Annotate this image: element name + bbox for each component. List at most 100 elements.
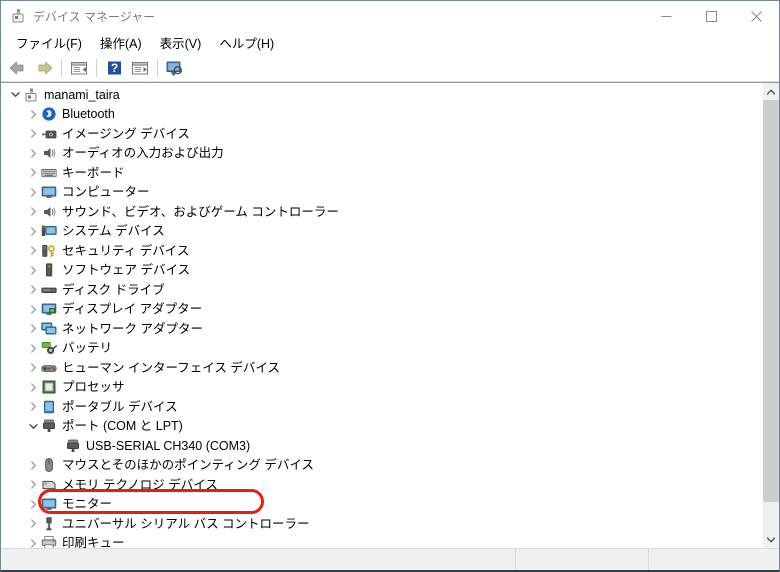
usb-controller-icon xyxy=(41,516,57,532)
tree-row-portable-devices[interactable]: ポータブル デバイス xyxy=(1,397,762,417)
chevron-right-icon[interactable] xyxy=(25,106,41,122)
properties-button[interactable] xyxy=(66,56,92,80)
keyboard-icon xyxy=(41,165,57,181)
chevron-right-icon[interactable] xyxy=(25,184,41,200)
chevron-right-icon[interactable] xyxy=(25,204,41,220)
tree-label-audio-io: オーディオの入力および出力 xyxy=(62,146,224,161)
tree-row-security-devices[interactable]: セキュリティ デバイス xyxy=(1,241,762,261)
tree-row-keyboard[interactable]: キーボード xyxy=(1,163,762,183)
tree-row-usb-controllers[interactable]: ユニバーサル シリアル バス コントローラー xyxy=(1,514,762,534)
window-title: デバイス マネージャー xyxy=(33,9,156,24)
tree-row-root[interactable]: manami_taira xyxy=(1,85,762,105)
chevron-right-icon[interactable] xyxy=(25,262,41,278)
monitor-icon xyxy=(41,496,57,512)
menu-view[interactable]: 表示(V) xyxy=(151,30,211,56)
tree-row-hid[interactable]: ヒューマン インターフェイス デバイス xyxy=(1,358,762,378)
tree-label-computer: コンピューター xyxy=(62,185,150,200)
tree-row-processors[interactable]: プロセッサ xyxy=(1,378,762,398)
maximize-button[interactable] xyxy=(689,1,734,31)
scan-hardware-button[interactable] xyxy=(162,56,188,80)
vertical-scrollbar[interactable] xyxy=(762,83,779,548)
menu-file[interactable]: ファイル(F) xyxy=(7,30,91,56)
tree-row-sound-video-game[interactable]: サウンド、ビデオ、およびゲーム コントローラー xyxy=(1,202,762,222)
menu-action[interactable]: 操作(A) xyxy=(91,30,151,56)
chevron-right-icon[interactable] xyxy=(25,360,41,376)
window-controls xyxy=(644,1,779,31)
status-pane-secondary xyxy=(516,549,649,570)
chevron-right-icon[interactable] xyxy=(25,379,41,395)
chevron-right-icon[interactable] xyxy=(25,399,41,415)
tree-row-imaging-devices[interactable]: イメージング デバイス xyxy=(1,124,762,144)
tree-row-print-queues[interactable]: 印刷キュー xyxy=(1,534,762,548)
tree-label-mice: マウスとそのほかのポインティング デバイス xyxy=(62,458,314,473)
svg-text:?: ? xyxy=(110,61,117,75)
chevron-right-icon[interactable] xyxy=(25,282,41,298)
tree-row-ports[interactable]: ポート (COM と LPT) xyxy=(1,417,762,437)
bluetooth-icon xyxy=(41,106,57,122)
scrollbar-thumb[interactable] xyxy=(763,100,779,502)
update-driver-button[interactable] xyxy=(127,56,153,80)
chevron-right-icon[interactable] xyxy=(25,223,41,239)
tree-row-display-adapters[interactable]: ディスプレイ アダプター xyxy=(1,300,762,320)
tree-row-mice[interactable]: マウスとそのほかのポインティング デバイス xyxy=(1,456,762,476)
tree-row-usb-serial-ch340[interactable]: USB-SERIAL CH340 (COM3) xyxy=(1,436,762,456)
tree-label-display-adapters: ディスプレイ アダプター xyxy=(62,302,203,317)
chevron-right-icon[interactable] xyxy=(25,243,41,259)
chevron-right-icon[interactable] xyxy=(25,126,41,142)
help-button[interactable]: ? xyxy=(101,56,127,80)
security-device-icon xyxy=(41,243,57,259)
device-manager-window: デバイス マネージャー ファイル(F) 操作(A) 表示(V) ヘルプ(H) ?… xyxy=(0,0,780,572)
chevron-down-icon[interactable] xyxy=(7,87,23,103)
device-tree[interactable]: manami_taira Bluetooth イメージング デバイス オーディオ… xyxy=(1,83,762,548)
tree-label-sound-video-game: サウンド、ビデオ、およびゲーム コントローラー xyxy=(62,204,339,219)
tree-label-keyboard: キーボード xyxy=(62,165,125,180)
tree-row-disk-drives[interactable]: ディスク ドライブ xyxy=(1,280,762,300)
chevron-right-icon[interactable] xyxy=(25,321,41,337)
tree-label-security-devices: セキュリティ デバイス xyxy=(62,243,190,258)
tree-row-audio-io[interactable]: オーディオの入力および出力 xyxy=(1,144,762,164)
tree-row-bluetooth[interactable]: Bluetooth xyxy=(1,105,762,125)
content-area: manami_taira Bluetooth イメージング デバイス オーディオ… xyxy=(1,82,779,548)
forward-button[interactable] xyxy=(31,56,57,80)
chevron-right-icon[interactable] xyxy=(25,340,41,356)
toolbar-separator xyxy=(157,59,158,77)
chevron-right-icon[interactable] xyxy=(25,165,41,181)
audio-io-icon xyxy=(41,145,57,161)
chevron-right-icon[interactable] xyxy=(25,516,41,532)
chevron-right-icon[interactable] xyxy=(25,145,41,161)
close-button[interactable] xyxy=(734,1,779,31)
chevron-right-icon[interactable] xyxy=(25,301,41,317)
tree-row-batteries[interactable]: バッテリ xyxy=(1,339,762,359)
status-pane-main xyxy=(1,549,516,570)
scroll-down-button[interactable] xyxy=(763,531,779,548)
tree-row-system-devices[interactable]: システム デバイス xyxy=(1,222,762,242)
chevron-down-icon[interactable] xyxy=(25,418,41,434)
tree-row-network-adapters[interactable]: ネットワーク アダプター xyxy=(1,319,762,339)
memory-technology-icon xyxy=(41,477,57,493)
menu-bar: ファイル(F) 操作(A) 表示(V) ヘルプ(H) xyxy=(1,31,779,55)
tree-label-system-devices: システム デバイス xyxy=(62,224,165,239)
scroll-up-button[interactable] xyxy=(763,83,779,100)
chevron-right-icon[interactable] xyxy=(25,477,41,493)
ports-icon xyxy=(41,418,57,434)
scrollbar-track[interactable] xyxy=(763,100,779,531)
back-button[interactable] xyxy=(5,56,31,80)
tree-label-disk-drives: ディスク ドライブ xyxy=(62,282,165,297)
chevron-right-icon[interactable] xyxy=(25,496,41,512)
processor-icon xyxy=(41,379,57,395)
tree-row-computer[interactable]: コンピューター xyxy=(1,183,762,203)
tree-row-monitors[interactable]: モニター xyxy=(1,495,762,515)
sound-video-game-icon xyxy=(41,204,57,220)
menu-help[interactable]: ヘルプ(H) xyxy=(210,30,283,56)
minimize-button[interactable] xyxy=(644,1,689,31)
chevron-right-icon[interactable] xyxy=(25,535,41,548)
tree-label-hid: ヒューマン インターフェイス デバイス xyxy=(62,360,280,375)
tree-row-memory-technology-devices[interactable]: メモリ テクノロジ デバイス xyxy=(1,475,762,495)
toolbar-separator xyxy=(96,59,97,77)
chevron-right-icon[interactable] xyxy=(25,457,41,473)
status-bar xyxy=(1,548,779,570)
tree-row-software-devices[interactable]: ソフトウェア デバイス xyxy=(1,261,762,281)
disk-drive-icon xyxy=(41,282,57,298)
tree-label-monitors: モニター xyxy=(62,497,113,512)
tree-label-memory-technology-devices: メモリ テクノロジ デバイス xyxy=(62,477,218,492)
